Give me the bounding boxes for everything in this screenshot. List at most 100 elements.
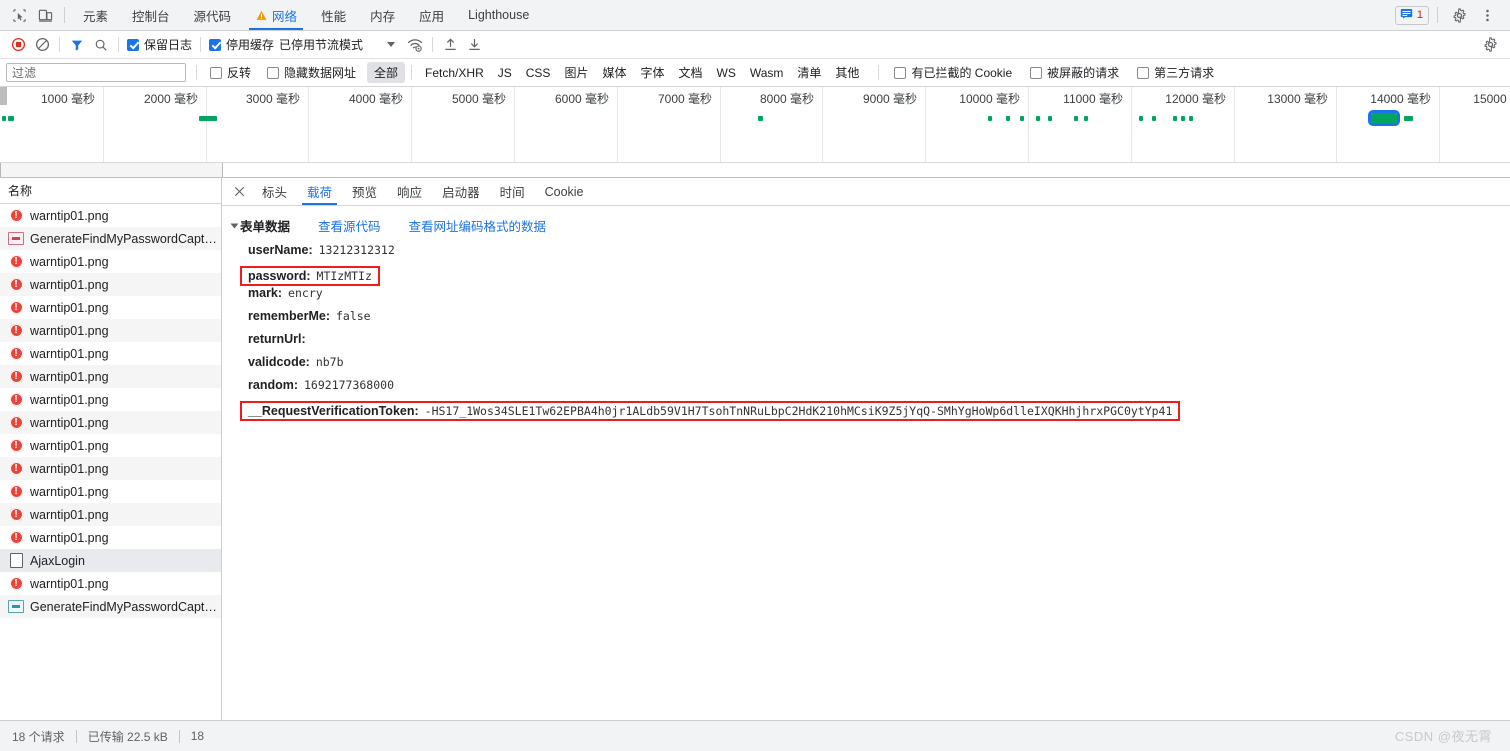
overview-bar[interactable]	[199, 116, 217, 121]
filter-type-manifest[interactable]: 清单	[790, 62, 828, 83]
third-party-checkbox[interactable]: 第三方请求	[1134, 64, 1217, 81]
disable-cache-checkbox[interactable]: 停用缓存	[206, 36, 277, 53]
overview-bar[interactable]	[1048, 116, 1052, 121]
tab-memory[interactable]: 内存	[358, 0, 407, 30]
form-data-entry[interactable]: mark: encry	[248, 286, 323, 309]
search-icon[interactable]	[89, 33, 113, 57]
table-row[interactable]: ! warntip01.png	[0, 526, 221, 549]
tab-lighthouse[interactable]: Lighthouse	[456, 0, 541, 30]
filter-type-ws[interactable]: WS	[710, 64, 743, 82]
table-row[interactable]: ! warntip01.png	[0, 296, 221, 319]
tab-performance[interactable]: 性能	[309, 0, 358, 30]
form-data-entry[interactable]: userName: 13212312312	[248, 243, 395, 266]
overview-bar[interactable]	[8, 116, 14, 121]
table-row[interactable]: GenerateFindMyPasswordCapt…	[0, 227, 221, 250]
invert-checkbox[interactable]: 反转	[207, 64, 254, 81]
detail-tab-cookies[interactable]: Cookie	[535, 178, 594, 205]
export-har-icon[interactable]	[462, 33, 486, 57]
table-row[interactable]: AjaxLogin	[0, 549, 221, 572]
table-row[interactable]: ! warntip01.png	[0, 342, 221, 365]
table-row[interactable]: ! warntip01.png	[0, 572, 221, 595]
network-settings-gear-icon[interactable]	[1478, 33, 1502, 57]
filter-type-img[interactable]: 图片	[557, 62, 595, 83]
detail-tab-headers[interactable]: 标头	[252, 178, 297, 205]
view-urlencoded-link[interactable]: 查看网址编码格式的数据	[409, 216, 547, 235]
blocked-cookies-checkbox[interactable]: 有已拦截的 Cookie	[891, 64, 1015, 81]
tab-elements[interactable]: 元素	[71, 0, 120, 30]
overview-bar-selected[interactable]	[1368, 110, 1400, 126]
filter-type-doc[interactable]: 文档	[671, 62, 709, 83]
filter-type-js[interactable]: JS	[491, 64, 519, 82]
table-row[interactable]: ! warntip01.png	[0, 250, 221, 273]
form-data-title[interactable]: 表单数据	[240, 216, 290, 235]
chevron-down-icon[interactable]	[230, 223, 239, 228]
filter-type-wasm[interactable]: Wasm	[743, 64, 791, 82]
form-data-entry-highlighted[interactable]: password: MTIzMTIz	[240, 266, 380, 286]
form-data-entry[interactable]: random: 1692177368000	[248, 378, 394, 401]
table-row[interactable]: ! warntip01.png	[0, 273, 221, 296]
tab-application[interactable]: 应用	[407, 0, 456, 30]
overview-bar[interactable]	[1173, 116, 1177, 121]
filter-type-fetch-xhr[interactable]: Fetch/XHR	[418, 64, 491, 82]
tab-sources[interactable]: 源代码	[182, 0, 244, 30]
more-options-icon[interactable]	[1474, 2, 1500, 28]
import-har-icon[interactable]	[438, 33, 462, 57]
overview-bar[interactable]	[1152, 116, 1156, 121]
table-row[interactable]: ! warntip01.png	[0, 365, 221, 388]
overview-bar[interactable]	[988, 116, 992, 121]
overview-bar[interactable]	[1404, 116, 1413, 121]
detail-tab-response[interactable]: 响应	[387, 178, 432, 205]
overview-bar[interactable]	[1020, 116, 1024, 121]
table-row[interactable]: GenerateFindMyPasswordCapt…	[0, 595, 221, 618]
filter-type-css[interactable]: CSS	[519, 64, 558, 82]
network-overview-timeline[interactable]: 1000 毫秒 2000 毫秒 3000 毫秒 4000 毫秒 5000 毫秒 6000 …	[0, 87, 1510, 178]
record-button[interactable]	[6, 33, 30, 57]
filter-type-font[interactable]: 字体	[633, 62, 671, 83]
table-row[interactable]: ! warntip01.png	[0, 319, 221, 342]
clear-button[interactable]	[30, 33, 54, 57]
device-toolbar-icon[interactable]	[32, 2, 58, 28]
console-messages-badge[interactable]: 1	[1394, 5, 1429, 25]
request-list-header[interactable]: 名称	[0, 178, 221, 204]
form-data-entry[interactable]: rememberMe: false	[248, 309, 371, 332]
overview-bar[interactable]	[1006, 116, 1010, 121]
filter-type-other[interactable]: 其他	[828, 62, 866, 83]
inspect-element-icon[interactable]	[6, 2, 32, 28]
tab-network[interactable]: 网络	[243, 0, 309, 30]
hide-data-urls-checkbox[interactable]: 隐藏数据网址	[264, 64, 359, 81]
form-data-entry[interactable]: validcode: nb7b	[248, 355, 344, 378]
form-data-entry[interactable]: returnUrl:	[248, 332, 312, 355]
detail-tab-preview[interactable]: 预览	[342, 178, 387, 205]
view-source-link[interactable]: 查看源代码	[318, 216, 381, 235]
overview-scroll-track[interactable]	[0, 162, 1510, 177]
filter-type-all[interactable]: 全部	[367, 62, 406, 83]
table-row[interactable]: ! warntip01.png	[0, 411, 221, 434]
table-row[interactable]: ! warntip01.png	[0, 204, 221, 227]
overview-bar[interactable]	[1189, 116, 1193, 121]
table-row[interactable]: ! warntip01.png	[0, 503, 221, 526]
preserve-log-checkbox[interactable]: 保留日志	[124, 36, 195, 53]
gear-icon[interactable]	[1446, 2, 1472, 28]
overview-bar[interactable]	[758, 116, 763, 121]
tab-console[interactable]: 控制台	[120, 0, 182, 30]
request-list[interactable]: ! warntip01.png GenerateFindMyPasswordCapt…	[0, 204, 221, 720]
table-row[interactable]: ! warntip01.png	[0, 480, 221, 503]
filter-input[interactable]	[6, 63, 186, 82]
table-row[interactable]: ! warntip01.png	[0, 434, 221, 457]
detail-tab-initiator[interactable]: 启动器	[432, 178, 490, 205]
overview-bar[interactable]	[1181, 116, 1185, 121]
overview-bar[interactable]	[1139, 116, 1143, 121]
filter-icon[interactable]	[65, 33, 89, 57]
overview-bar[interactable]	[1036, 116, 1040, 121]
blocked-requests-checkbox[interactable]: 被屏蔽的请求	[1027, 64, 1122, 81]
form-data-entry-highlighted[interactable]: __RequestVerificationToken: -HS17_1Wos34S…	[240, 401, 1181, 421]
close-icon[interactable]	[226, 179, 252, 205]
overview-bar[interactable]	[1074, 116, 1078, 121]
overview-bar[interactable]	[2, 116, 6, 121]
table-row[interactable]: ! warntip01.png	[0, 457, 221, 480]
overview-bar[interactable]	[1084, 116, 1088, 121]
network-conditions-icon[interactable]	[403, 33, 427, 57]
detail-tab-timing[interactable]: 时间	[490, 178, 535, 205]
detail-tab-payload[interactable]: 载荷	[297, 178, 342, 205]
table-row[interactable]: ! warntip01.png	[0, 388, 221, 411]
